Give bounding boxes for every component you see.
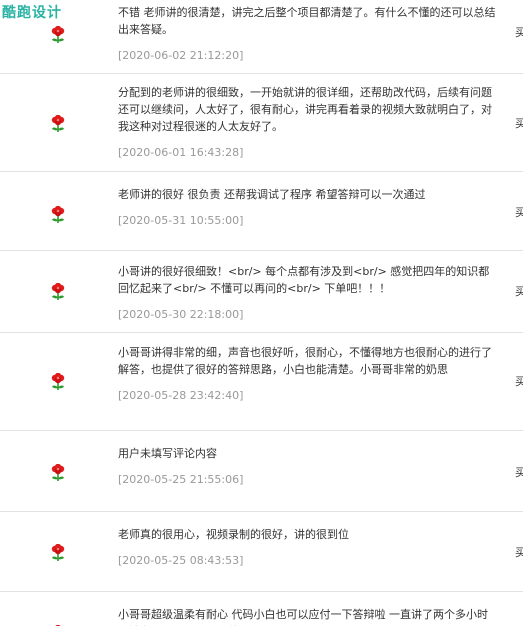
buyer-label: 买 <box>515 206 523 219</box>
red-flower-icon <box>50 205 66 224</box>
red-flower-icon <box>50 543 66 562</box>
review-comment: 用户未填写评论内容 <box>118 447 217 460</box>
red-flower-icon <box>50 25 66 44</box>
buyer-label: 买 <box>515 375 523 388</box>
review-page: 酷跑设计 不错 老师讲的很清楚，讲完之后整个项目都清楚了。有什么不懂的还可以总结… <box>0 0 523 626</box>
review-row: 分配到的老师讲的很细致，一开始就讲的很详细，还帮助改代码，后续有问题还可以继续问… <box>0 74 523 172</box>
review-date: [2020-05-28 23:42:40] <box>118 389 244 402</box>
review-comment: 小哥哥超级温柔有耐心 代码小白也可以应付一下答辩啦 一直讲了两个多小时 后续有问… <box>118 608 488 626</box>
red-flower-icon <box>50 114 66 133</box>
review-comment: 老师真的很用心，视频录制的很好，讲的很到位 <box>118 528 349 541</box>
review-comment: 分配到的老师讲的很细致，一开始就讲的很详细，还帮助改代码，后续有问题还可以继续问… <box>118 86 492 133</box>
review-comment: 小哥讲的很好很细致！<br/> 每个点都有涉及到<br/> 感觉把四年的知识都回… <box>118 265 490 295</box>
review-comment: 老师讲的很好 很负责 还帮我调试了程序 希望答辩可以一次通过 <box>118 188 426 201</box>
buyer-label: 买 <box>515 26 523 39</box>
review-row: 小哥哥讲得非常的细，声音也很好听，很耐心，不懂得地方也很耐心的进行了解答，也提供… <box>0 333 523 431</box>
review-row: 老师真的很用心，视频录制的很好，讲的很到位 [2020-05-25 08:43:… <box>0 512 523 592</box>
red-flower-icon <box>50 463 66 482</box>
site-logo: 酷跑设计 <box>2 5 62 21</box>
red-flower-icon <box>50 372 66 391</box>
review-date: [2020-05-31 10:55:00] <box>118 214 244 227</box>
review-date: [2020-06-01 16:43:28] <box>118 146 244 159</box>
review-row: 老师讲的很好 很负责 还帮我调试了程序 希望答辩可以一次通过 [2020-05-… <box>0 172 523 251</box>
review-comment: 小哥哥讲得非常的细，声音也很好听，很耐心，不懂得地方也很耐心的进行了解答，也提供… <box>118 346 492 376</box>
buyer-label: 买 <box>515 117 523 130</box>
buyer-label: 买 <box>515 466 523 479</box>
buyer-label: 买 <box>515 285 523 298</box>
review-row: 不错 老师讲的很清楚，讲完之后整个项目都清楚了。有什么不懂的还可以总结出来答疑。… <box>0 0 523 74</box>
review-date: [2020-05-25 08:43:53] <box>118 554 244 567</box>
review-date: [2020-05-25 21:55:06] <box>118 473 244 486</box>
review-row: 用户未填写评论内容 [2020-05-25 21:55:06] 买 <box>0 431 523 512</box>
review-date: [2020-05-30 22:18:00] <box>118 308 244 321</box>
review-row: 小哥讲的很好很细致！<br/> 每个点都有涉及到<br/> 感觉把四年的知识都回… <box>0 251 523 333</box>
review-row: 小哥哥超级温柔有耐心 代码小白也可以应付一下答辩啦 一直讲了两个多小时 后续有问… <box>0 592 523 626</box>
review-date: [2020-06-02 21:12:20] <box>118 49 244 62</box>
review-comment: 不错 老师讲的很清楚，讲完之后整个项目都清楚了。有什么不懂的还可以总结出来答疑。 <box>118 6 496 36</box>
review-list: 不错 老师讲的很清楚，讲完之后整个项目都清楚了。有什么不懂的还可以总结出来答疑。… <box>0 0 523 626</box>
buyer-label: 买 <box>515 546 523 559</box>
red-flower-icon <box>50 282 66 301</box>
